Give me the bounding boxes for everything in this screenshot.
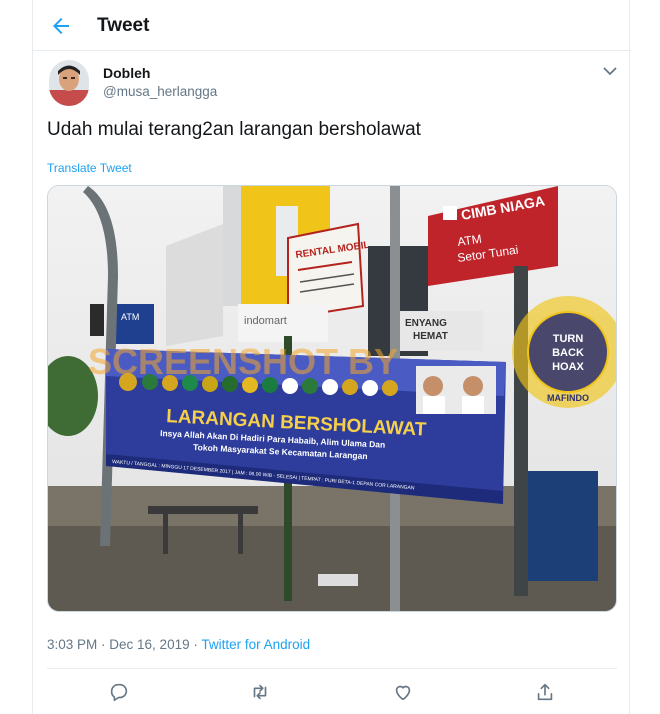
reply-icon[interactable] [108,681,130,703]
author-handle[interactable]: @musa_herlangga [103,84,217,99]
tweet-detail-panel: Tweet Dobleh @musa_herlangga Udah mulai … [32,0,631,714]
meta-separator-1: · [97,637,110,652]
page-title: Tweet [97,15,150,36]
tweet-meta: 3:03 PM · Dec 16, 2019 · Twitter for And… [47,637,310,652]
indomaret-sign: indomart [244,315,287,327]
store-sign-line2: HEMAT [413,331,448,342]
divider [47,668,617,669]
screenshot-watermark: SCREENSHOT BY [88,341,398,382]
stamp-bottom: MAFINDO [547,393,589,403]
translate-tweet-link[interactable]: Translate Tweet [47,161,132,175]
share-icon[interactable] [534,681,556,703]
page-header: Tweet [33,0,631,51]
chevron-down-icon[interactable] [601,64,619,78]
atm-small-sign: ATM [121,312,139,322]
street-banner-photo: ATM RENTAL MOBIL indomart ENYANG HEMAT C… [48,186,616,611]
tweet-text: Udah mulai terang2an larangan bersholawa… [47,119,421,140]
stamp-line3: HOAX [552,361,584,373]
avatar[interactable] [49,60,89,106]
stamp-line1: TURN [553,333,584,345]
arrow-left-icon[interactable] [49,14,73,38]
tweet-time: 3:03 PM [47,637,98,652]
tweet-date: Dec 16, 2019 [109,637,190,652]
store-sign-line1: ENYANG [405,318,447,329]
heart-icon[interactable] [392,681,414,703]
stamp-line2: BACK [552,347,584,359]
tweet-source-link[interactable]: Twitter for Android [201,637,310,652]
retweet-icon[interactable] [249,681,271,703]
tweet-photo[interactable]: ATM RENTAL MOBIL indomart ENYANG HEMAT C… [47,185,617,612]
author-name[interactable]: Dobleh [103,65,150,81]
meta-separator-2: · [189,637,202,652]
